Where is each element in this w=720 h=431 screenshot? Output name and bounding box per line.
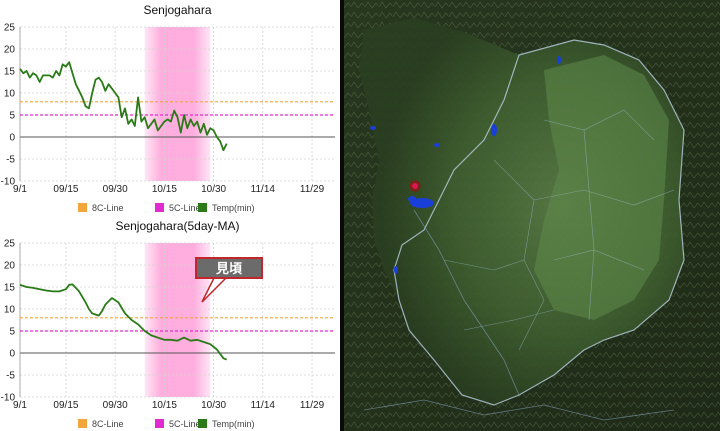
y-tick-label: 10 bbox=[4, 305, 16, 316]
legend-swatch bbox=[198, 203, 207, 212]
screen: -10 -5 0 5 10 15 20 25 9/1 09/15 09/30 10/15 10/30 11… bbox=[0, 0, 720, 431]
legend-label: 5C-Line bbox=[169, 203, 201, 213]
y-tick-label: 20 bbox=[4, 45, 16, 56]
senjogahara-location-marker bbox=[412, 183, 418, 189]
y-tick-label: 15 bbox=[4, 67, 16, 78]
x-tick-label: 09/15 bbox=[53, 184, 78, 195]
x-tick-label: 10/15 bbox=[152, 184, 177, 195]
y-tick-label: 5 bbox=[9, 111, 15, 122]
legend-label: 8C-Line bbox=[92, 419, 124, 429]
y-tick-label: 25 bbox=[4, 23, 16, 34]
chart-title: Senjogahara bbox=[143, 3, 211, 17]
y-tick-label: 0 bbox=[9, 349, 15, 360]
chart-title: Senjogahara(5day-MA) bbox=[115, 219, 239, 233]
legend-swatch bbox=[155, 419, 164, 428]
callout-text: 見頃 bbox=[215, 261, 243, 276]
legend-label: 8C-Line bbox=[92, 203, 124, 213]
x-tick-label: 11/14 bbox=[251, 184, 276, 195]
x-tick-label: 10/15 bbox=[152, 400, 177, 411]
legend-label: Temp(min) bbox=[212, 419, 255, 429]
x-tick-label: 9/1 bbox=[13, 400, 27, 411]
legend-swatch bbox=[78, 203, 87, 212]
x-tick-label: 11/29 bbox=[300, 184, 325, 195]
chart-5day-moving-average: -10-505101520259/1 09/15 09/30 10/15 10/30 11… bbox=[1, 219, 335, 429]
x-tick-label: 09/30 bbox=[103, 184, 128, 195]
x-tick-label: 10/30 bbox=[201, 184, 226, 195]
x-tick-label: 10/30 bbox=[201, 400, 226, 411]
highlight-band bbox=[144, 27, 211, 181]
legend-swatch bbox=[155, 203, 164, 212]
y-tick-label: 20 bbox=[4, 261, 16, 272]
y-tick-label: 10 bbox=[4, 89, 16, 100]
y-tick-label: 25 bbox=[4, 239, 16, 250]
y-tick-label: -5 bbox=[6, 155, 15, 166]
x-tick-label: 11/14 bbox=[251, 400, 276, 411]
legend-swatch bbox=[198, 419, 207, 428]
x-tick-label: 9/1 bbox=[13, 184, 27, 195]
x-tick-label: 09/30 bbox=[103, 400, 128, 411]
legend-label: 5C-Line bbox=[169, 419, 201, 429]
legend-swatch bbox=[78, 419, 87, 428]
y-tick-label: -5 bbox=[6, 371, 15, 382]
x-tick-label: 09/15 bbox=[53, 400, 78, 411]
charts-panel: -10 -5 0 5 10 15 20 25 9/1 09/15 09/30 10/15 10/30 11… bbox=[0, 0, 340, 431]
chart-daily-temperature: -10-505101520259/1 09/15 09/30 10/15 10/30 11… bbox=[1, 3, 335, 213]
y-tick-label: 15 bbox=[4, 283, 16, 294]
legend-label: Temp(min) bbox=[212, 203, 255, 213]
x-tick-label: 11/29 bbox=[300, 400, 325, 411]
y-tick-label: 0 bbox=[9, 133, 15, 144]
relief-map bbox=[344, 0, 720, 431]
y-tick-label: 5 bbox=[9, 327, 15, 338]
